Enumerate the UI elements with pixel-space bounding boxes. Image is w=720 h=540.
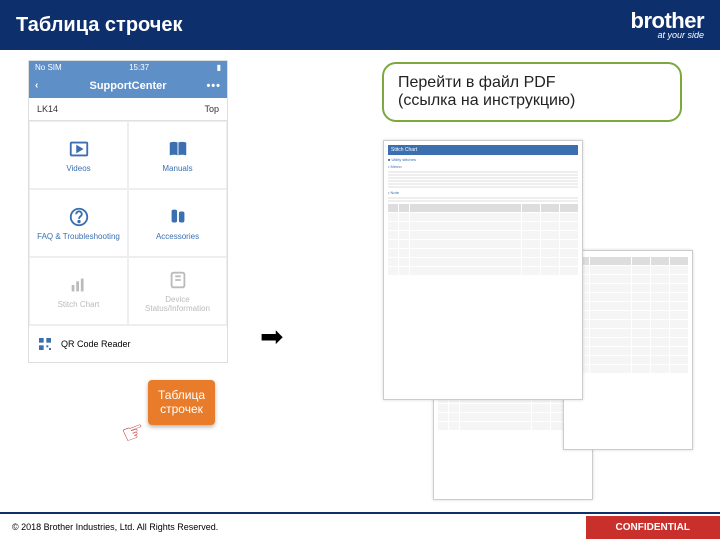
pdf-sub2: • Memo (388, 164, 578, 169)
book-icon (167, 138, 189, 160)
tile-faq[interactable]: FAQ & Troubleshooting (29, 189, 128, 257)
arrow-right-icon: ➡ (260, 320, 283, 353)
slide-title: Таблица строчек (16, 14, 183, 37)
battery-icon: ▮ (217, 63, 221, 72)
tile-videos[interactable]: Videos (29, 121, 128, 189)
slide-content: No SIM 15:37 ▮ ‹ SupportCenter ••• LK14 … (0, 50, 720, 510)
callout-line2: строчек (158, 402, 205, 416)
pdf-stack: Stitch Chart ■ Utility stitches • Memo •… (383, 140, 697, 500)
status-time: 15:37 (129, 63, 149, 72)
chevron-left-icon[interactable]: ‹ (35, 80, 38, 91)
pdf-page-1: Stitch Chart ■ Utility stitches • Memo •… (383, 140, 583, 400)
copyright: © 2018 Brother Industries, Ltd. All Righ… (12, 522, 218, 532)
device-icon (167, 269, 189, 291)
brand-name: brother (631, 11, 705, 31)
qr-icon (37, 336, 53, 352)
pdf-table (388, 204, 578, 275)
tile-label: Stitch Chart (58, 300, 100, 309)
more-icon[interactable]: ••• (206, 80, 221, 92)
pdf-sub3: • Note (388, 190, 578, 195)
confidential-badge: CONFIDENTIAL (586, 516, 720, 539)
pdf-heading: Stitch Chart (388, 145, 578, 155)
status-bar: No SIM 15:37 ▮ (29, 61, 227, 74)
link-line1: Перейти в файл PDF (398, 74, 666, 92)
crumb-right: Top (204, 104, 219, 114)
tile-device-status[interactable]: Device Status/Information (128, 257, 227, 325)
tile-manuals[interactable]: Manuals (128, 121, 227, 189)
pdf-sub1: ■ Utility stitches (388, 157, 578, 162)
pdf-link-box[interactable]: Перейти в файл PDF (ссылка на инструкцию… (382, 62, 682, 122)
brother-logo: brother at your side (631, 11, 705, 39)
tile-label: Manuals (162, 164, 192, 173)
chart-icon (68, 274, 90, 296)
question-icon (68, 206, 90, 228)
video-icon (68, 138, 90, 160)
app-title: SupportCenter (90, 80, 167, 92)
status-left: No SIM (35, 63, 62, 72)
link-line2: (ссылка на инструкцию) (398, 92, 666, 110)
accessories-icon (167, 206, 189, 228)
slide-footer: © 2018 Brother Industries, Ltd. All Righ… (0, 512, 720, 540)
hand-pointer-icon: ☞ (117, 414, 150, 451)
tile-label: Videos (66, 164, 90, 173)
callout-bubble: Таблица строчек (148, 380, 215, 425)
tile-label: Device Status/Information (133, 295, 222, 313)
tile-accessories[interactable]: Accessories (128, 189, 227, 257)
crumb-left: LK14 (37, 104, 58, 114)
app-title-bar: ‹ SupportCenter ••• (29, 74, 227, 98)
tile-grid: Videos Manuals FAQ & Troubleshooting Acc… (29, 121, 227, 325)
breadcrumb: LK14 Top (29, 98, 227, 121)
tile-label: FAQ & Troubleshooting (37, 232, 120, 241)
tile-stitch-chart[interactable]: Stitch Chart (29, 257, 128, 325)
qr-label: QR Code Reader (61, 339, 131, 349)
slide-header: Таблица строчек brother at your side (0, 0, 720, 50)
callout-line1: Таблица (158, 388, 205, 402)
qr-reader-row[interactable]: QR Code Reader (29, 325, 227, 362)
tile-label: Accessories (156, 232, 199, 241)
phone-mockup: No SIM 15:37 ▮ ‹ SupportCenter ••• LK14 … (28, 60, 228, 363)
